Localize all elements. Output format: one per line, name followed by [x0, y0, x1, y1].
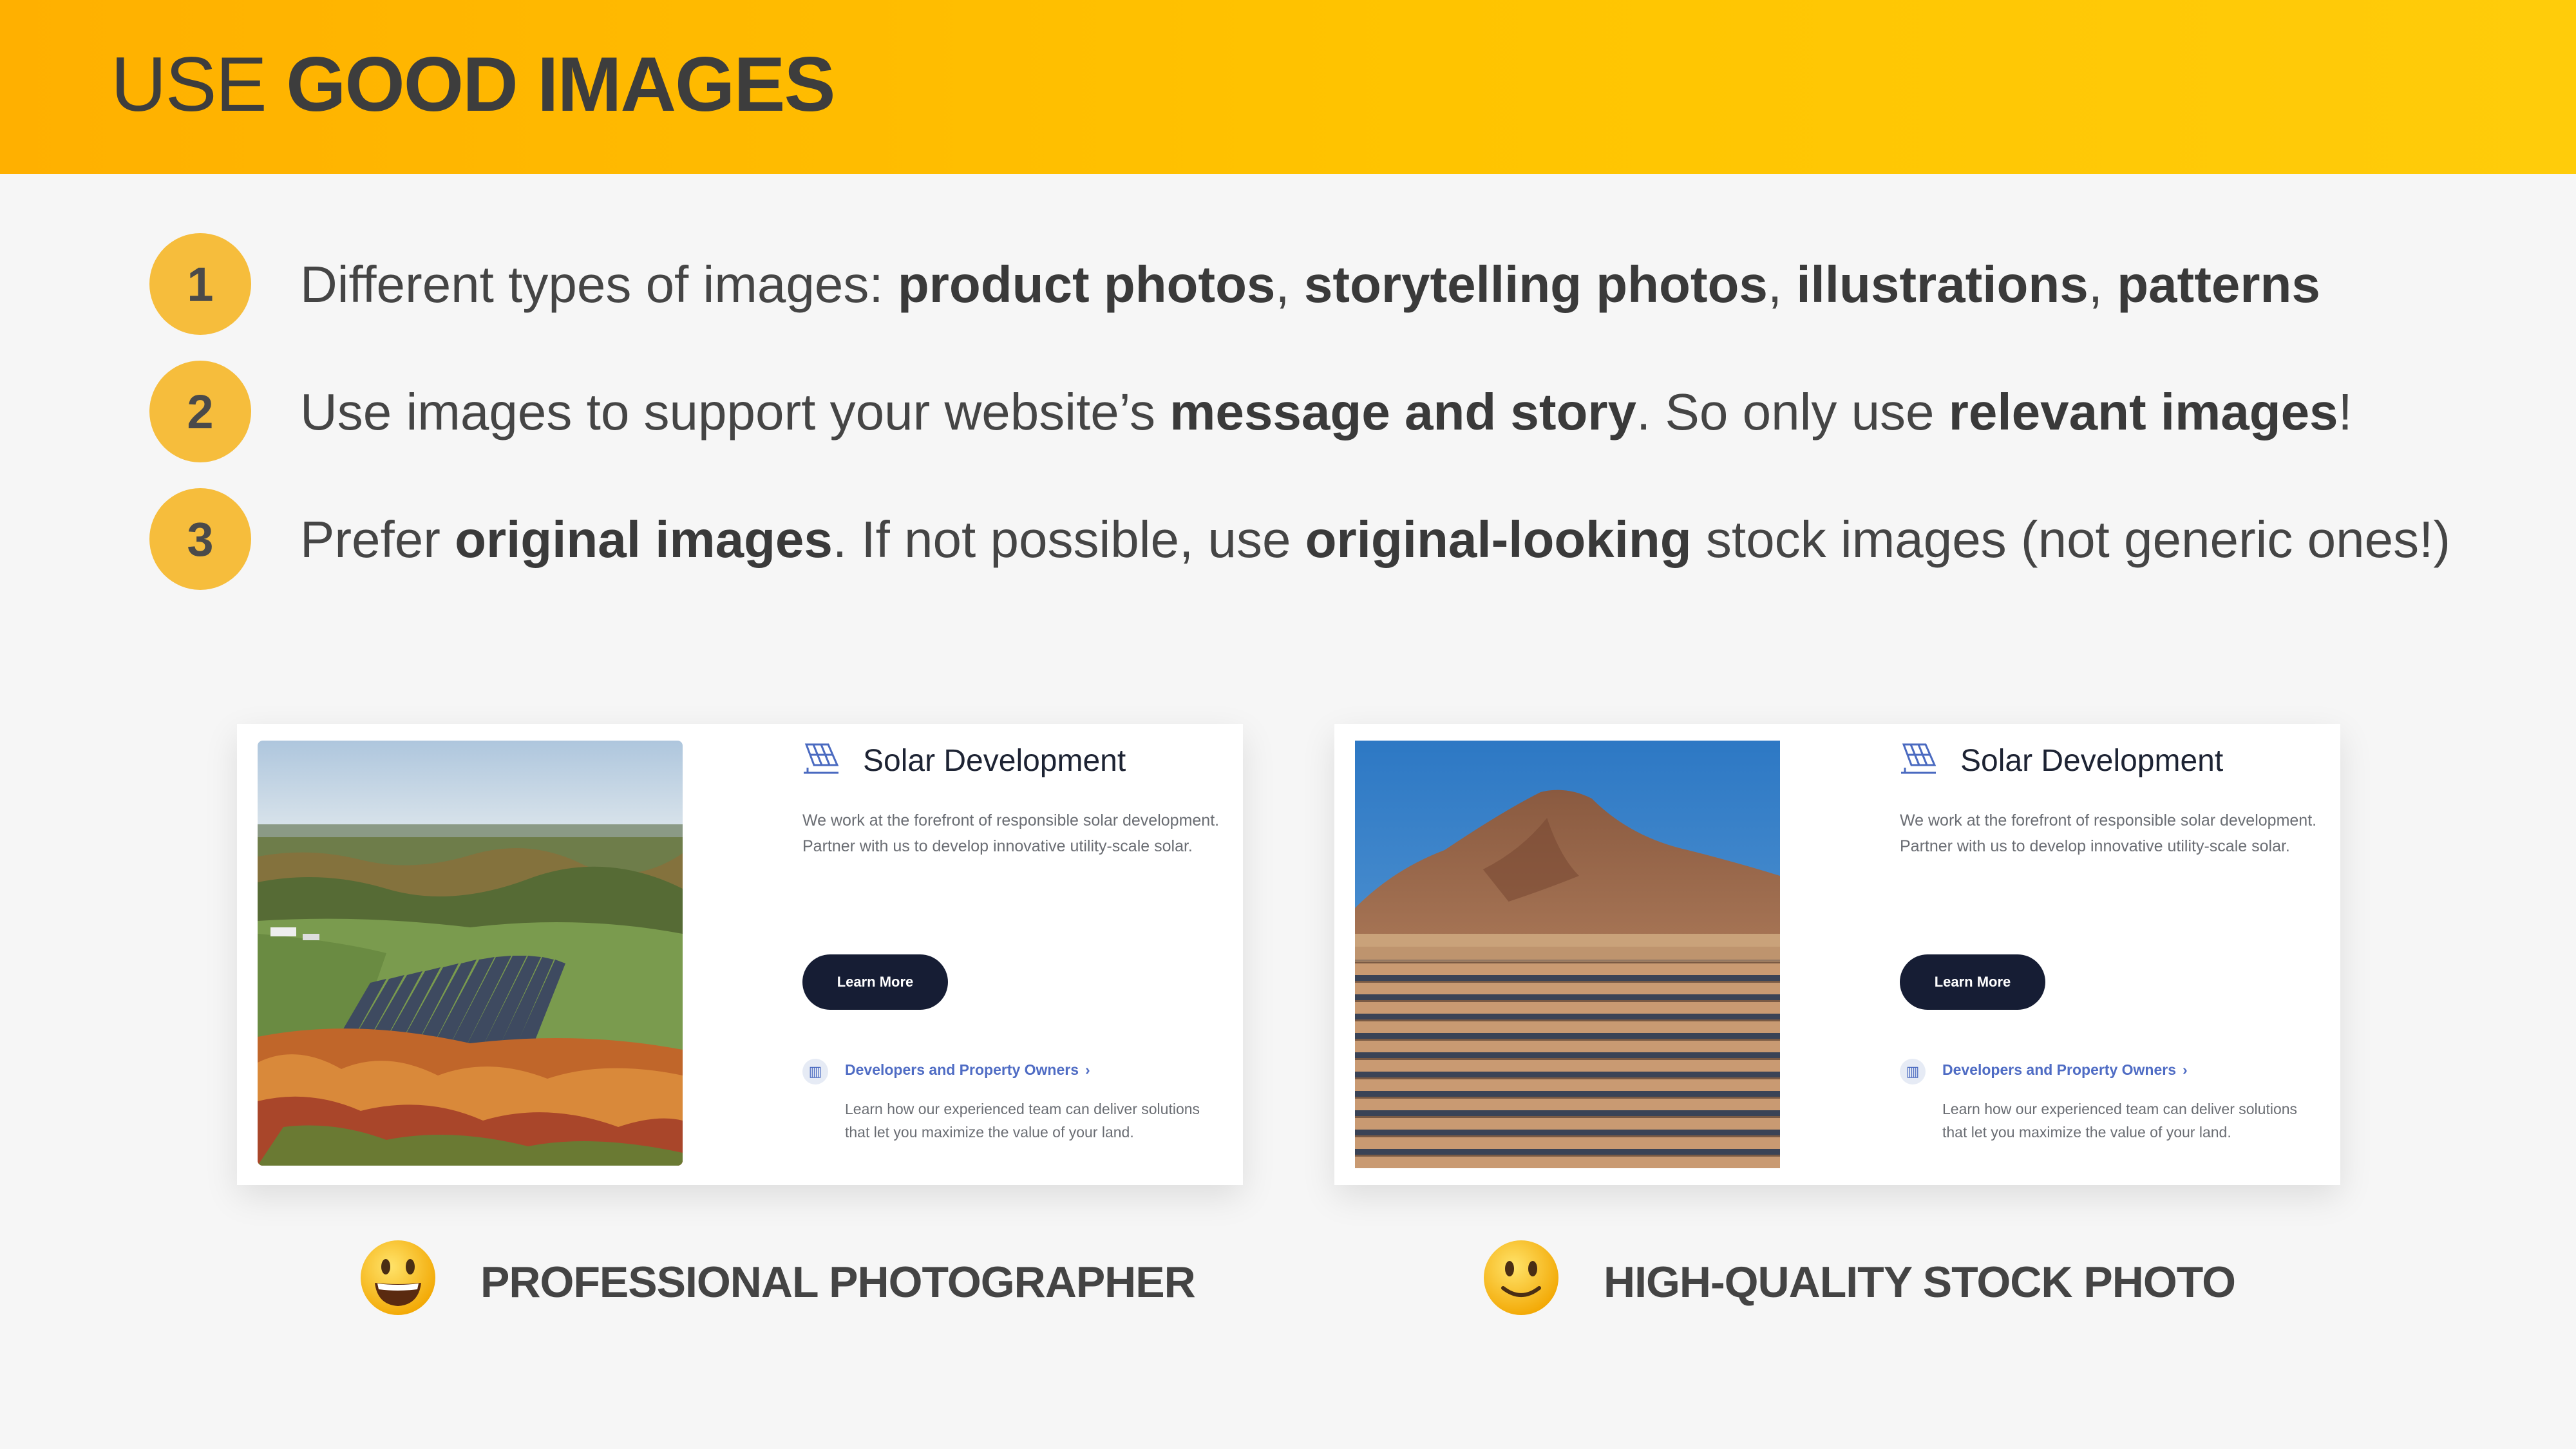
solar-farm-aerial-photo — [258, 741, 683, 1166]
caption-text: HIGH-QUALITY STOCK PHOTO — [1604, 1258, 2236, 1307]
building-icon: ▥ — [1900, 1059, 1926, 1084]
building-icon: ▥ — [802, 1059, 828, 1084]
chevron-right-icon: › — [2183, 1061, 2188, 1078]
caption-text: PROFESSIONAL PHOTOGRAPHER — [480, 1258, 1196, 1307]
developers-link[interactable]: Developers and Property Owners › — [1942, 1061, 2188, 1079]
card-title: Solar Development — [1960, 744, 2224, 778]
solar-desert-stock-photo — [1355, 741, 1780, 1168]
point-item: 3 Prefer original images. If not possibl… — [149, 488, 2532, 591]
link-description: Learn how our experienced team can deliv… — [845, 1101, 1200, 1141]
number-badge: 2 — [149, 361, 251, 462]
point-text: Prefer original images. If not possible,… — [300, 511, 2450, 568]
header-banner: USE GOOD IMAGES — [0, 0, 2576, 174]
number-badge: 3 — [149, 488, 251, 590]
point-text: Use images to support your website’s mes… — [300, 383, 2353, 440]
website-card-professional: Solar Development We work at the forefro… — [237, 724, 1243, 1185]
page-title: USE GOOD IMAGES — [111, 40, 835, 129]
solar-panel-icon — [1901, 743, 1937, 774]
title-bold: GOOD IMAGES — [286, 41, 835, 128]
card-description: We work at the forefront of responsible … — [802, 811, 1220, 855]
website-card-stock: Solar Development We work at the forefro… — [1334, 724, 2340, 1185]
grinning-face-icon — [361, 1240, 435, 1315]
learn-more-button[interactable]: Learn More — [802, 954, 948, 1010]
solar-panel-icon — [804, 743, 839, 774]
point-text: Different types of images: product photo… — [300, 256, 2320, 313]
title-light: USE — [111, 41, 287, 128]
point-item: 1 Different types of images: product pho… — [149, 233, 2532, 336]
learn-more-button[interactable]: Learn More — [1900, 954, 2045, 1010]
developers-link[interactable]: Developers and Property Owners › — [845, 1061, 1090, 1079]
link-description: Learn how our experienced team can deliv… — [1942, 1101, 2298, 1141]
number-badge: 1 — [149, 233, 251, 335]
slightly-smiling-face-icon — [1484, 1240, 1558, 1315]
chevron-right-icon: › — [1085, 1061, 1090, 1078]
card-title: Solar Development — [863, 744, 1126, 778]
card-description: We work at the forefront of responsible … — [1900, 811, 2317, 855]
point-item: 2 Use images to support your website’s m… — [149, 361, 2532, 464]
